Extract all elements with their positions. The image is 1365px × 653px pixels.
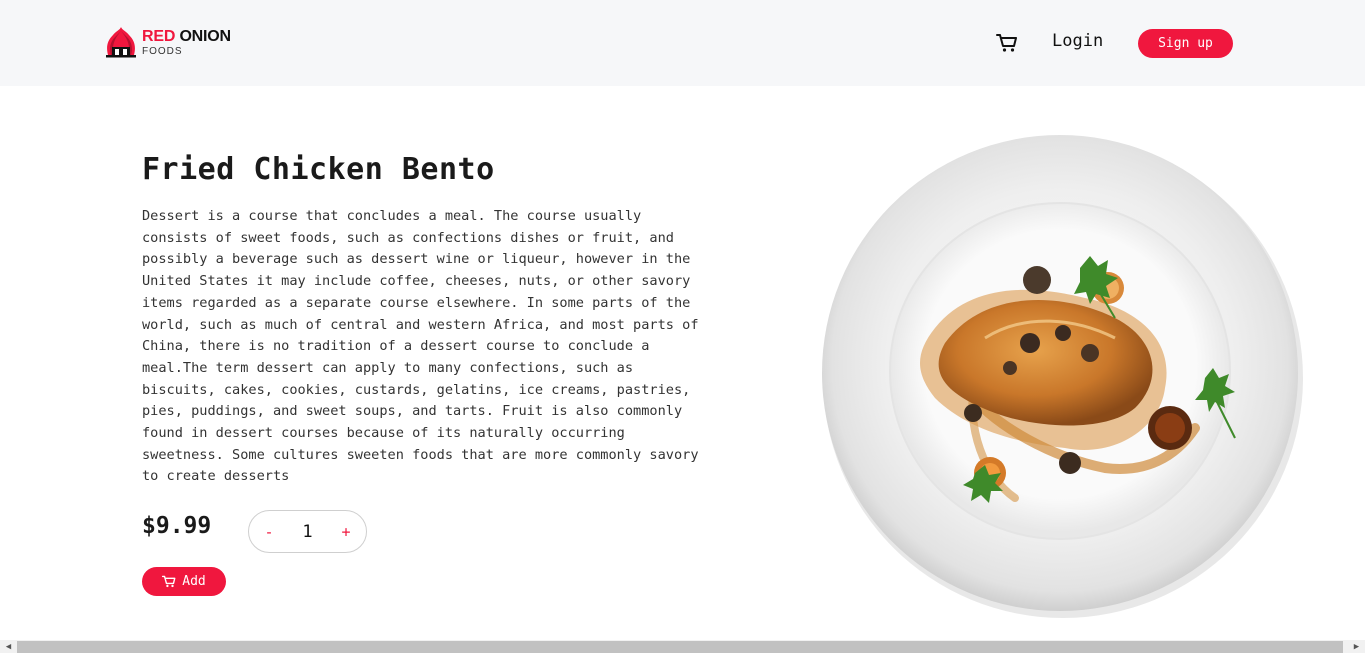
product-description: Dessert is a course that concludes a mea… — [142, 208, 699, 485]
scroll-left-icon[interactable]: ◀ — [0, 640, 17, 653]
dish-image — [822, 135, 1303, 618]
brand-text: RED ONION FOODS — [142, 29, 231, 57]
onion-logo-icon — [106, 27, 136, 58]
product-title: Fried Chicken Bento — [142, 152, 495, 187]
brand-name: RED ONION — [142, 28, 231, 45]
signup-button[interactable]: Sign up — [1138, 29, 1233, 58]
add-button-label: Add — [182, 574, 206, 589]
scrollbar-thumb[interactable] — [17, 641, 1343, 653]
login-link[interactable]: Login — [1052, 31, 1103, 51]
horizontal-scrollbar[interactable]: ◀ ▶ — [0, 640, 1365, 653]
increment-button[interactable]: + — [339, 523, 353, 541]
quantity-value: 1 — [302, 521, 313, 542]
cart-icon[interactable] — [996, 33, 1018, 53]
scroll-right-icon[interactable]: ▶ — [1348, 640, 1365, 653]
brand-subtitle: FOODS — [142, 46, 183, 57]
add-to-cart-button[interactable]: Add — [142, 567, 226, 596]
decrement-button[interactable]: - — [262, 523, 276, 541]
brand-logo[interactable]: RED ONION FOODS — [103, 25, 231, 61]
product-price: $9.99 — [142, 513, 212, 539]
cart-icon — [162, 575, 176, 588]
quantity-stepper: - 1 + — [248, 510, 367, 553]
site-header: RED ONION FOODS Login Sign up — [0, 0, 1365, 86]
